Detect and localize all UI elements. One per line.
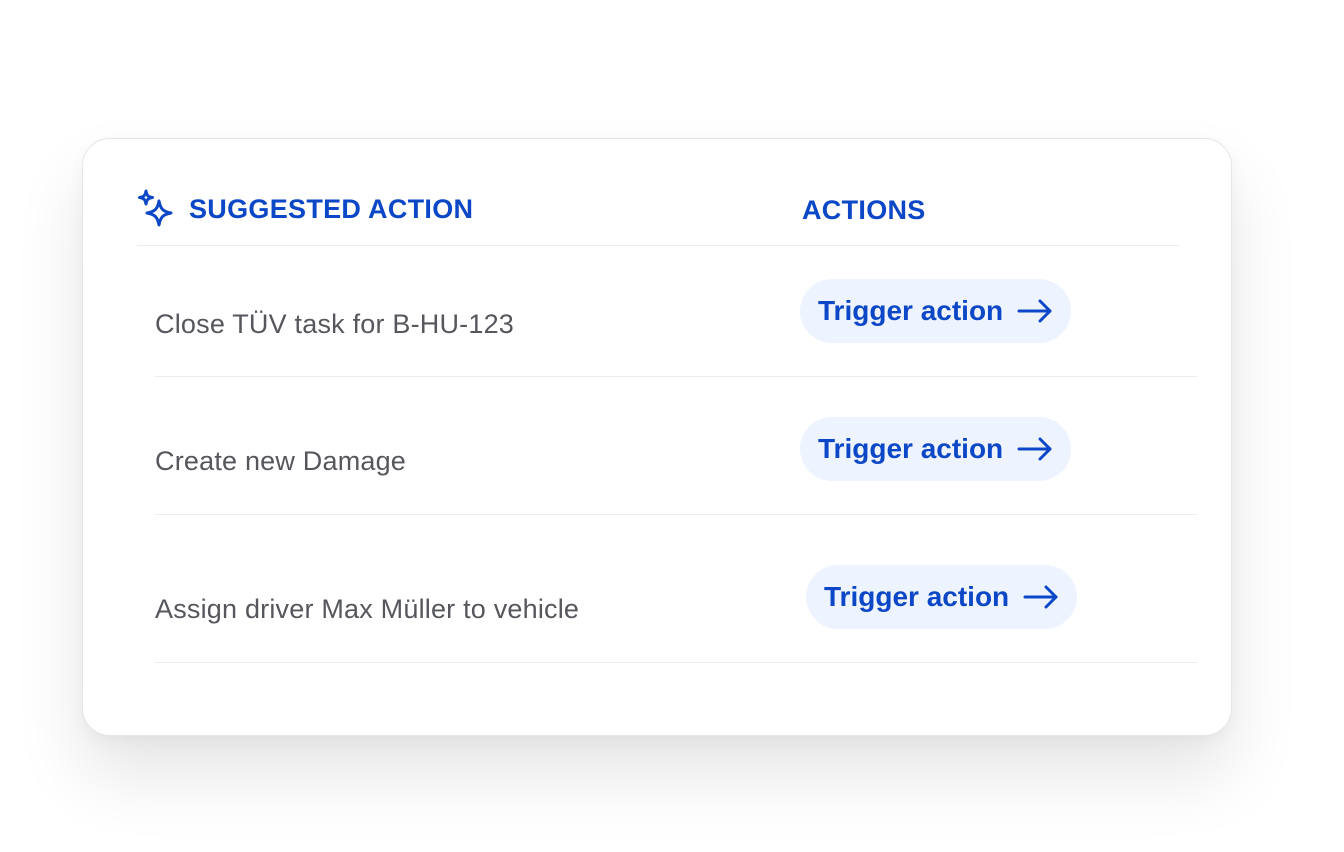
table-header: SUGGESTED ACTION ACTIONS — [137, 185, 1179, 246]
table-row: Create new Damage Trigger action — [155, 376, 1197, 515]
row-label: Assign driver Max Müller to vehicle — [155, 594, 580, 624]
row-label: Close TÜV task for B-HU-123 — [155, 309, 515, 339]
header-suggested-action-label: SUGGESTED ACTION — [189, 193, 474, 224]
arrow-right-icon — [1017, 299, 1052, 323]
row-label: Create new Damage — [155, 446, 407, 476]
table-row: Close TÜV task for B-HU-123 Trigger acti… — [155, 245, 1197, 377]
trigger-action-label: Trigger action — [824, 581, 1010, 612]
header-actions-label: ACTIONS — [802, 195, 926, 225]
header-actions: ACTIONS — [802, 195, 926, 226]
header-suggested-action: SUGGESTED ACTION — [137, 189, 473, 229]
trigger-action-button[interactable]: Trigger action — [800, 279, 1072, 343]
table-row: Assign driver Max Müller to vehicle Trig… — [155, 514, 1197, 663]
suggested-actions-card: SUGGESTED ACTION ACTIONS Close TÜV task … — [82, 138, 1232, 736]
trigger-action-button[interactable]: Trigger action — [800, 417, 1072, 481]
trigger-action-label: Trigger action — [818, 295, 1004, 326]
trigger-action-button[interactable]: Trigger action — [806, 565, 1078, 629]
arrow-right-icon — [1023, 585, 1058, 609]
trigger-action-label: Trigger action — [818, 433, 1004, 464]
sparkle-icon — [138, 189, 173, 227]
arrow-right-icon — [1017, 437, 1052, 461]
